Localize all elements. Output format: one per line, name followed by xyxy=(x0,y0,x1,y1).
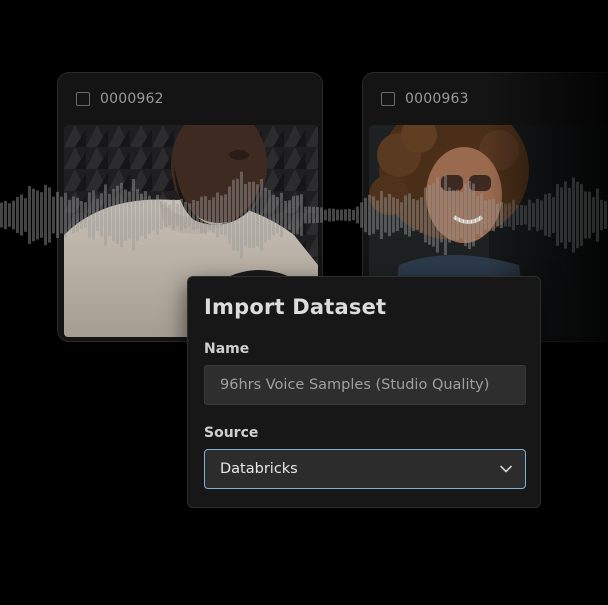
waveform-bar xyxy=(36,190,39,240)
card-id-label: 0000962 xyxy=(100,91,164,107)
waveform-bar xyxy=(340,209,343,221)
waveform-bar xyxy=(352,209,355,221)
waveform-bar xyxy=(12,200,15,230)
waveform-bar xyxy=(52,196,55,234)
source-field-label: Source xyxy=(204,425,259,441)
checkbox-icon[interactable] xyxy=(381,92,395,106)
waveform-bar xyxy=(28,186,31,244)
waveform-bar xyxy=(24,198,27,232)
waveform-bar xyxy=(4,200,7,230)
waveform-bar xyxy=(324,209,327,221)
card-id-label: 0000963 xyxy=(405,91,469,107)
waveform-bar xyxy=(356,206,359,224)
dialog-title: Import Dataset xyxy=(204,295,387,319)
waveform-bar xyxy=(344,209,347,221)
waveform-bar xyxy=(336,209,339,221)
waveform-bar xyxy=(20,194,23,236)
waveform-bar xyxy=(44,184,47,246)
card-header: 0000963 xyxy=(363,73,608,125)
source-select-value: Databricks xyxy=(220,461,298,477)
waveform-bar xyxy=(328,208,331,222)
name-field-label: Name xyxy=(204,341,250,357)
source-select[interactable]: Databricks xyxy=(204,449,526,489)
waveform-bar xyxy=(0,202,3,228)
waveform-bar xyxy=(48,187,51,243)
waveform-bar xyxy=(16,196,19,234)
card-header: 0000962 xyxy=(58,73,322,125)
import-dataset-dialog: Import Dataset Name Source Databricks xyxy=(187,276,541,508)
checkbox-icon[interactable] xyxy=(76,92,90,106)
waveform-bar xyxy=(332,208,335,222)
waveform-bar xyxy=(348,208,351,222)
chevron-down-icon xyxy=(500,465,512,473)
waveform-bar xyxy=(32,188,35,242)
waveform-bar xyxy=(8,203,11,227)
waveform-bar xyxy=(40,192,43,238)
name-input[interactable] xyxy=(204,365,526,405)
